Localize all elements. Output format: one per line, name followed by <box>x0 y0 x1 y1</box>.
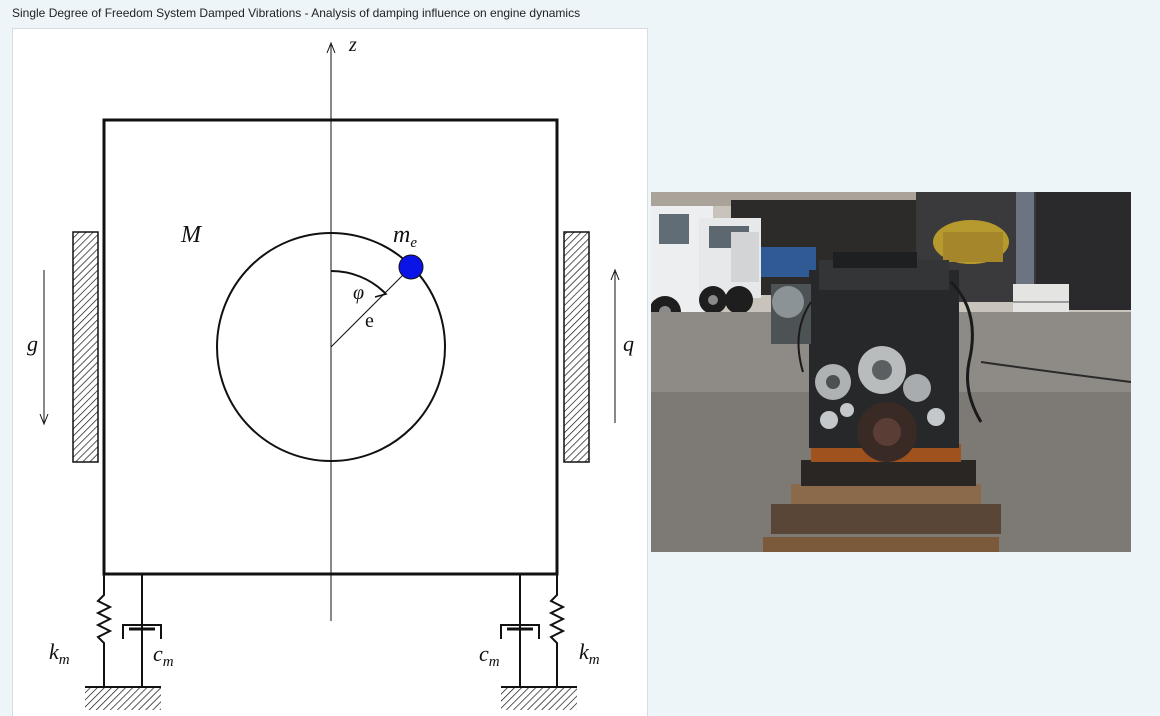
left-spring <box>95 574 113 687</box>
eccentricity-line <box>330 266 412 348</box>
sdof-diagram: z M φ e me g q km cm cm km <box>12 28 648 716</box>
page-title: Single Degree of Freedom System Damped V… <box>12 6 581 20</box>
right-spring-label: km <box>579 639 600 668</box>
gravity-label: g <box>27 331 38 356</box>
diagram-svg: z M φ e me g q km cm cm km <box>27 34 634 710</box>
mass-body-label: M <box>180 222 203 248</box>
right-damper-label: cm <box>479 641 500 670</box>
coordinate-label: q <box>623 331 634 356</box>
eccentric-mass <box>398 254 424 280</box>
eccentricity-label: e <box>365 310 374 332</box>
left-ground-hatch <box>85 688 161 710</box>
left-guide-wall <box>72 231 99 463</box>
eccentric-mass-label: me <box>393 222 417 251</box>
right-ground-hatch <box>501 688 577 710</box>
right-damper <box>500 574 540 687</box>
z-axis-label: z <box>348 34 357 56</box>
left-damper-label: cm <box>153 641 174 670</box>
left-damper <box>122 574 162 687</box>
angle-label: φ <box>353 282 364 304</box>
right-guide-wall <box>563 231 590 463</box>
engine-photo <box>651 192 1131 552</box>
left-spring-label: km <box>49 639 70 668</box>
engine-photo-illustration <box>651 192 1131 552</box>
right-spring <box>548 574 566 687</box>
